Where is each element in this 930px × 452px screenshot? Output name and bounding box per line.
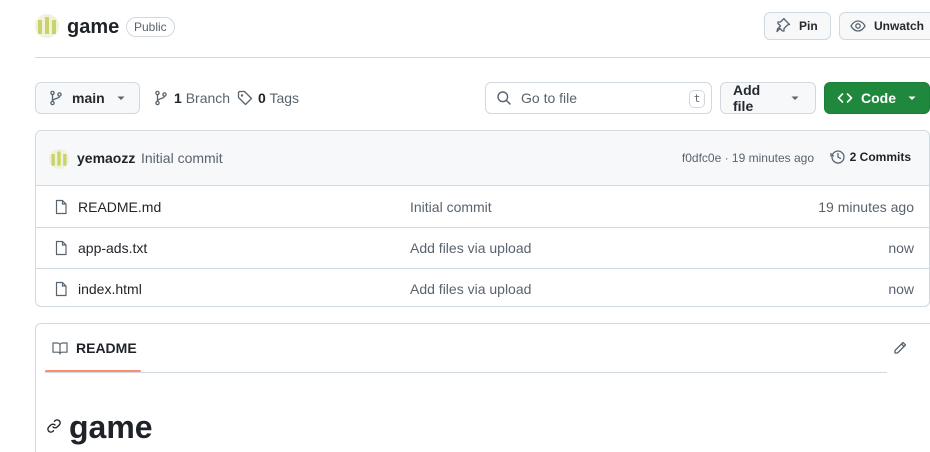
commits-label: 2 Commits: [849, 150, 911, 164]
tag-word: Tags: [269, 90, 300, 106]
file-name[interactable]: index.html: [78, 281, 142, 297]
branches-link[interactable]: 1 Branch: [153, 82, 230, 114]
readme-tab-label: README: [76, 340, 137, 356]
code-button[interactable]: Code: [824, 82, 930, 114]
file-commit-message[interactable]: Initial commit: [410, 199, 492, 215]
branch-icon: [48, 90, 64, 106]
readme-divider: [45, 372, 887, 373]
file-commit-message[interactable]: Add files via upload: [410, 240, 531, 256]
repo-name[interactable]: game: [67, 14, 119, 40]
readme-heading: game: [69, 409, 153, 445]
unwatch-label: Unwatch: [874, 19, 925, 33]
commit-author[interactable]: yemaozz: [77, 150, 135, 166]
header-divider: [35, 57, 930, 58]
history-icon: [829, 149, 846, 165]
tags-link[interactable]: 0 Tags: [237, 82, 299, 114]
file-row[interactable]: app-ads.txt Add files via upload now: [36, 228, 929, 269]
commit-message[interactable]: Initial commit: [141, 150, 223, 166]
unwatch-button[interactable]: Unwatch: [839, 12, 930, 40]
branch-name: main: [72, 90, 105, 106]
tag-count: 0: [258, 90, 266, 106]
file-icon: [53, 240, 69, 256]
file-commit-message[interactable]: Add files via upload: [410, 281, 531, 297]
pencil-icon[interactable]: [892, 340, 908, 356]
latest-commit-bar: yemaozz Initial commit f0dfc0e · 19 minu…: [36, 131, 929, 186]
pin-label: Pin: [799, 19, 818, 33]
chevron-down-icon: [904, 90, 920, 106]
chevron-down-icon: [787, 90, 803, 106]
chevron-down-icon: [113, 90, 129, 106]
branch-icon: [153, 90, 169, 106]
file-row[interactable]: index.html Add files via upload now: [36, 269, 929, 306]
eye-icon: [850, 18, 866, 34]
repo-avatar[interactable]: [35, 14, 59, 38]
search-icon: [496, 90, 512, 106]
pin-button[interactable]: Pin: [764, 12, 831, 40]
commit-hash-time[interactable]: f0dfc0e · 19 minutes ago: [682, 151, 814, 165]
file-name[interactable]: README.md: [78, 199, 161, 215]
commits-link[interactable]: 2 Commits: [829, 149, 911, 165]
go-to-file-placeholder: Go to file: [521, 90, 578, 106]
code-icon: [837, 90, 853, 106]
pin-icon: [775, 18, 791, 34]
add-file-button[interactable]: Add file: [720, 82, 816, 114]
file-icon: [53, 199, 69, 215]
branch-select[interactable]: main: [35, 82, 140, 114]
readme-panel: README game: [35, 323, 930, 452]
go-to-file-input[interactable]: Go to file t: [485, 82, 712, 114]
file-name[interactable]: app-ads.txt: [78, 240, 147, 256]
file-icon: [53, 281, 69, 297]
file-date: now: [888, 240, 914, 256]
shortcut-key: t: [689, 90, 705, 108]
file-row[interactable]: README.md Initial commit 19 minutes ago: [36, 187, 929, 228]
tag-icon: [237, 90, 253, 106]
file-date: 19 minutes ago: [818, 199, 914, 215]
branch-count: 1: [174, 90, 182, 106]
author-avatar[interactable]: [49, 149, 69, 169]
file-date: now: [888, 281, 914, 297]
file-browser: yemaozz Initial commit f0dfc0e · 19 minu…: [35, 130, 930, 307]
branch-word: Branch: [185, 90, 231, 106]
visibility-badge: Public: [126, 17, 175, 37]
book-icon: [52, 340, 68, 356]
code-label: Code: [861, 90, 896, 106]
add-file-label: Add file: [733, 82, 761, 114]
link-icon[interactable]: [46, 418, 62, 434]
tab-readme[interactable]: README: [45, 324, 141, 372]
